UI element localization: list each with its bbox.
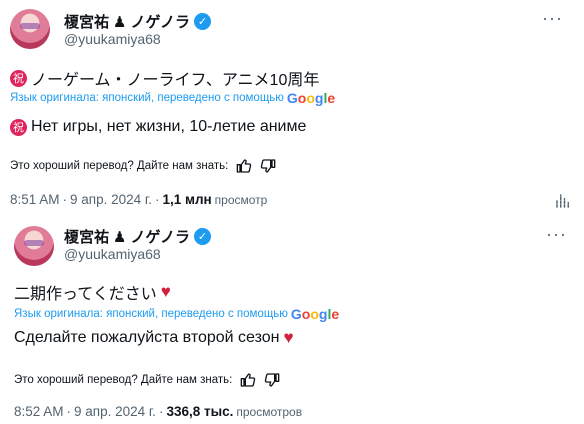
avatar[interactable] <box>14 226 54 266</box>
thumbs-down-icon[interactable] <box>264 372 280 388</box>
thumbs-up-icon[interactable] <box>236 158 252 174</box>
original-text-line: 祝 ノーゲーム・ノーライフ、アニメ10周年 <box>10 66 319 90</box>
more-icon[interactable]: ··· <box>542 8 563 29</box>
chess-piece-icon: ♟ <box>113 13 127 31</box>
verified-badge-icon: ✓ <box>194 228 212 245</box>
author-name-row[interactable]: 榎宮祐 ♟ ノゲノラ ✓ <box>64 11 212 32</box>
translation-note-text: Язык оригинала: японский, переведено с п… <box>14 308 288 320</box>
author-suffix[interactable]: ノゲノラ <box>130 226 190 247</box>
iwai-icon: 祝 <box>10 118 27 136</box>
google-logo[interactable]: Google <box>287 90 335 106</box>
translated-text-line: Сделайте пожалуйста второй сезон ♥ <box>14 328 294 348</box>
iwai-icon: 祝 <box>10 69 27 87</box>
tweet-time[interactable]: 8:51 AM <box>10 192 60 207</box>
google-logo[interactable]: Google <box>291 306 339 322</box>
tweet-2: 榎宮祐 ♟ ノゲノラ ✓ @yuukamiya68 ··· 二期作ってください … <box>0 216 584 424</box>
views-count: 1,1 млн <box>162 192 212 207</box>
thumbs-down-icon[interactable] <box>260 158 276 174</box>
author-name[interactable]: 榎宮祐 <box>64 226 109 247</box>
tweet-time[interactable]: 8:52 AM <box>14 404 64 419</box>
author-handle[interactable]: @yuukamiya68 <box>64 246 161 262</box>
feedback-prompt: Это хороший перевод? Дайте нам знать: <box>10 160 229 172</box>
translation-note-text: Язык оригинала: японский, переведено с п… <box>10 92 284 104</box>
tweet-date[interactable]: 9 апр. 2024 г. <box>70 192 152 207</box>
heart-icon: ♥ <box>283 328 294 347</box>
translation-feedback: Это хороший перевод? Дайте нам знать: <box>10 158 276 174</box>
tweet-1: 榎宮祐 ♟ ノゲノラ ✓ @yuukamiya68 ··· 祝 ノーゲーム・ノー… <box>0 0 584 216</box>
feedback-prompt: Это хороший перевод? Дайте нам знать: <box>14 374 233 386</box>
original-text: ノーゲーム・ノーライフ、アニメ10周年 <box>31 72 320 89</box>
tweet-meta: 8:51 AM · 9 апр. 2024 г. · 1,1 млн просм… <box>10 192 268 207</box>
original-text-line: 二期作ってください ♥ <box>14 280 171 304</box>
author-handle[interactable]: @yuukamiya68 <box>64 31 161 47</box>
views-label: просмотр <box>214 193 268 207</box>
more-icon[interactable]: ··· <box>546 224 567 245</box>
thumbs-up-icon[interactable] <box>240 372 256 388</box>
translated-text: Нет игры, нет жизни, 10-летие аниме <box>31 118 307 135</box>
views-count: 336,8 тыс. <box>166 404 234 419</box>
translation-note: Язык оригинала: японский, переведено с п… <box>14 306 339 322</box>
translation-feedback: Это хороший перевод? Дайте нам знать: <box>14 372 280 388</box>
avatar[interactable] <box>10 9 50 49</box>
author-suffix[interactable]: ノゲノラ <box>130 11 190 32</box>
translated-text-line: 祝 Нет игры, нет жизни, 10-летие аниме <box>10 118 306 136</box>
translated-text: Сделайте пожалуйста второй сезон <box>14 329 280 346</box>
author-name-row[interactable]: 榎宮祐 ♟ ノゲノラ ✓ <box>64 226 212 247</box>
chess-piece-icon: ♟ <box>113 228 127 246</box>
heart-icon: ♥ <box>160 282 171 301</box>
translation-note: Язык оригинала: японский, переведено с п… <box>10 90 335 106</box>
verified-badge-icon: ✓ <box>194 13 212 30</box>
author-name[interactable]: 榎宮祐 <box>64 11 109 32</box>
original-text: 二期作ってください <box>14 286 157 303</box>
tweet-date[interactable]: 9 апр. 2024 г. <box>74 404 156 419</box>
view-stats-icon[interactable] <box>554 192 572 210</box>
views-label: просмотров <box>236 405 303 419</box>
tweet-meta: 8:52 AM · 9 апр. 2024 г. · 336,8 тыс. пр… <box>14 404 303 419</box>
